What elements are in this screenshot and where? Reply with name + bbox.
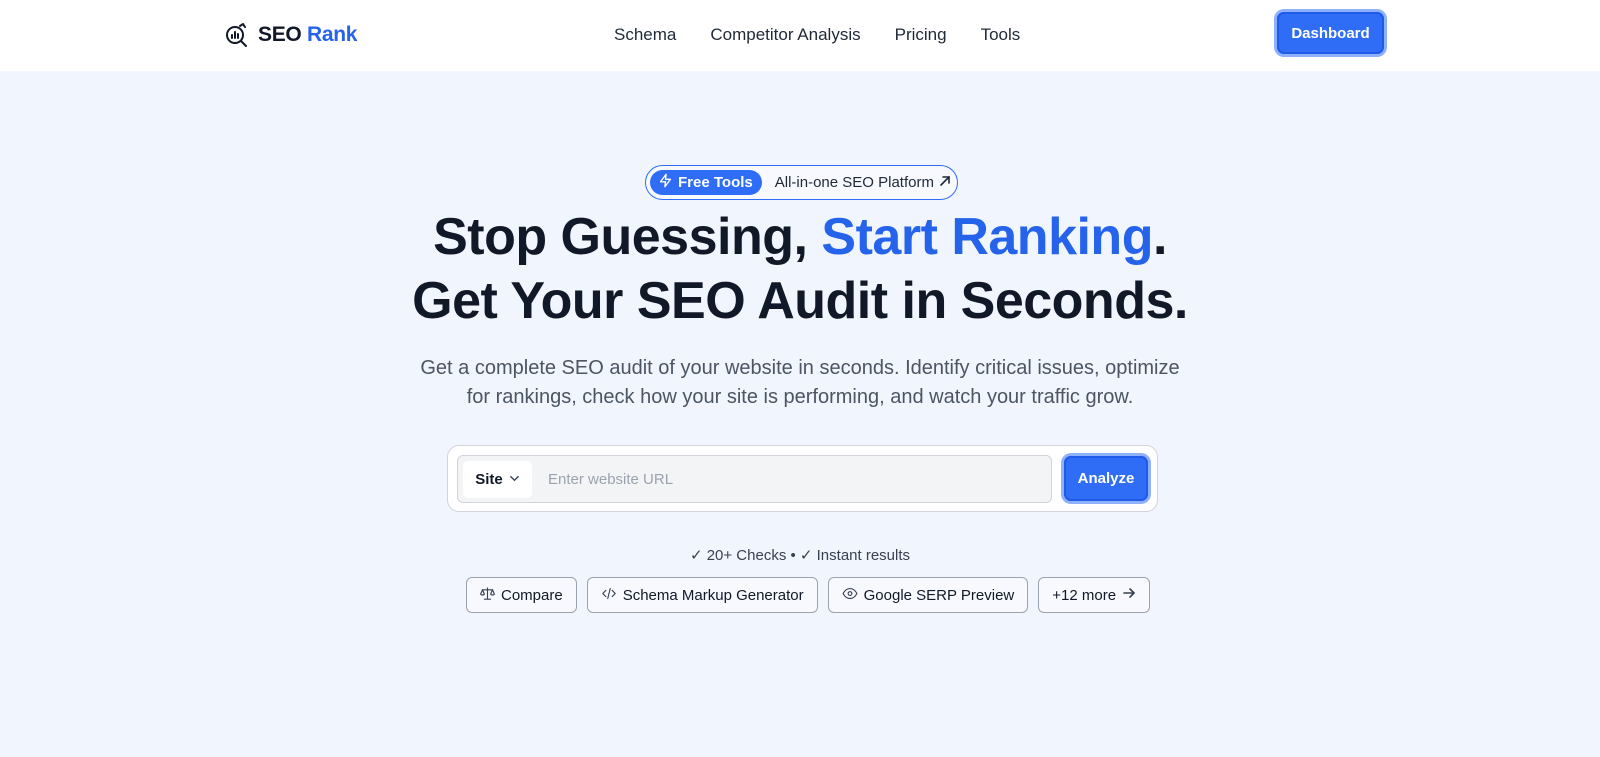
- main-nav: Schema Competitor Analysis Pricing Tools: [614, 22, 1020, 48]
- scale-icon: [480, 586, 495, 605]
- dashboard-button[interactable]: Dashboard: [1277, 12, 1384, 54]
- tool-schema-label: Schema Markup Generator: [622, 586, 804, 604]
- tool-serp-label: Google SERP Preview: [863, 586, 1015, 604]
- lightning-icon: [658, 173, 673, 192]
- arrow-up-right-icon: [939, 174, 951, 191]
- scope-select-value: Site: [475, 471, 503, 488]
- url-search-form: Site Analyze: [447, 445, 1158, 512]
- arrow-right-icon: [1122, 586, 1136, 604]
- brand-logo[interactable]: SEO Rank: [224, 20, 357, 50]
- tool-compare[interactable]: Compare: [466, 577, 577, 613]
- headline-line1-start: Stop Guessing,: [433, 208, 822, 266]
- hero-subtext: Get a complete SEO audit of your website…: [380, 354, 1220, 412]
- brand-name: SEO Rank: [258, 23, 357, 47]
- tool-compare-label: Compare: [501, 586, 563, 604]
- tool-more-label: +12 more: [1052, 586, 1117, 604]
- eye-icon: [842, 586, 858, 605]
- brand-name-part1: SEO: [258, 23, 302, 46]
- search-field-container: Site: [457, 455, 1052, 503]
- headline-line1-end: .: [1152, 208, 1167, 266]
- tool-google-serp-preview[interactable]: Google SERP Preview: [827, 577, 1029, 613]
- chart-magnifier-icon: [224, 23, 248, 47]
- scope-select[interactable]: Site: [463, 461, 532, 498]
- analyze-button[interactable]: Analyze: [1064, 456, 1148, 501]
- site-header: SEO Rank Schema Competitor Analysis Pric…: [0, 0, 1600, 71]
- hero-headline: Stop Guessing, Start Ranking. Get Your S…: [0, 205, 1600, 333]
- tool-schema-markup-generator[interactable]: Schema Markup Generator: [586, 577, 818, 613]
- subtext-line1: Get a complete SEO audit of your website…: [420, 357, 1180, 379]
- headline-highlight: Start Ranking: [821, 208, 1153, 266]
- checks-summary: ✓ 20+ Checks • ✓ Instant results: [689, 547, 911, 564]
- chevron-down-icon: [509, 471, 520, 488]
- tool-links: Compare Schema Markup Generator Google S…: [466, 577, 1151, 613]
- headline-line2: Get Your SEO Audit in Seconds.: [412, 272, 1188, 330]
- subtext-line2: for rankings, check how your site is per…: [466, 386, 1134, 408]
- nav-item-pricing[interactable]: Pricing: [895, 25, 947, 45]
- url-input[interactable]: [548, 462, 1043, 497]
- free-tools-label: Free Tools: [678, 174, 753, 191]
- nav-item-competitor-analysis[interactable]: Competitor Analysis: [710, 25, 860, 45]
- hero-badge[interactable]: Free Tools All-in-one SEO Platform: [645, 165, 958, 200]
- nav-item-schema[interactable]: Schema: [614, 25, 676, 45]
- tool-more[interactable]: +12 more: [1038, 577, 1151, 613]
- nav-item-tools[interactable]: Tools: [981, 25, 1021, 45]
- badge-text-label: All-in-one SEO Platform: [774, 174, 934, 191]
- code-icon: [601, 586, 617, 605]
- brand-name-part2: Rank: [307, 23, 358, 46]
- free-tools-tag: Free Tools: [650, 170, 762, 195]
- badge-text: All-in-one SEO Platform: [775, 174, 951, 191]
